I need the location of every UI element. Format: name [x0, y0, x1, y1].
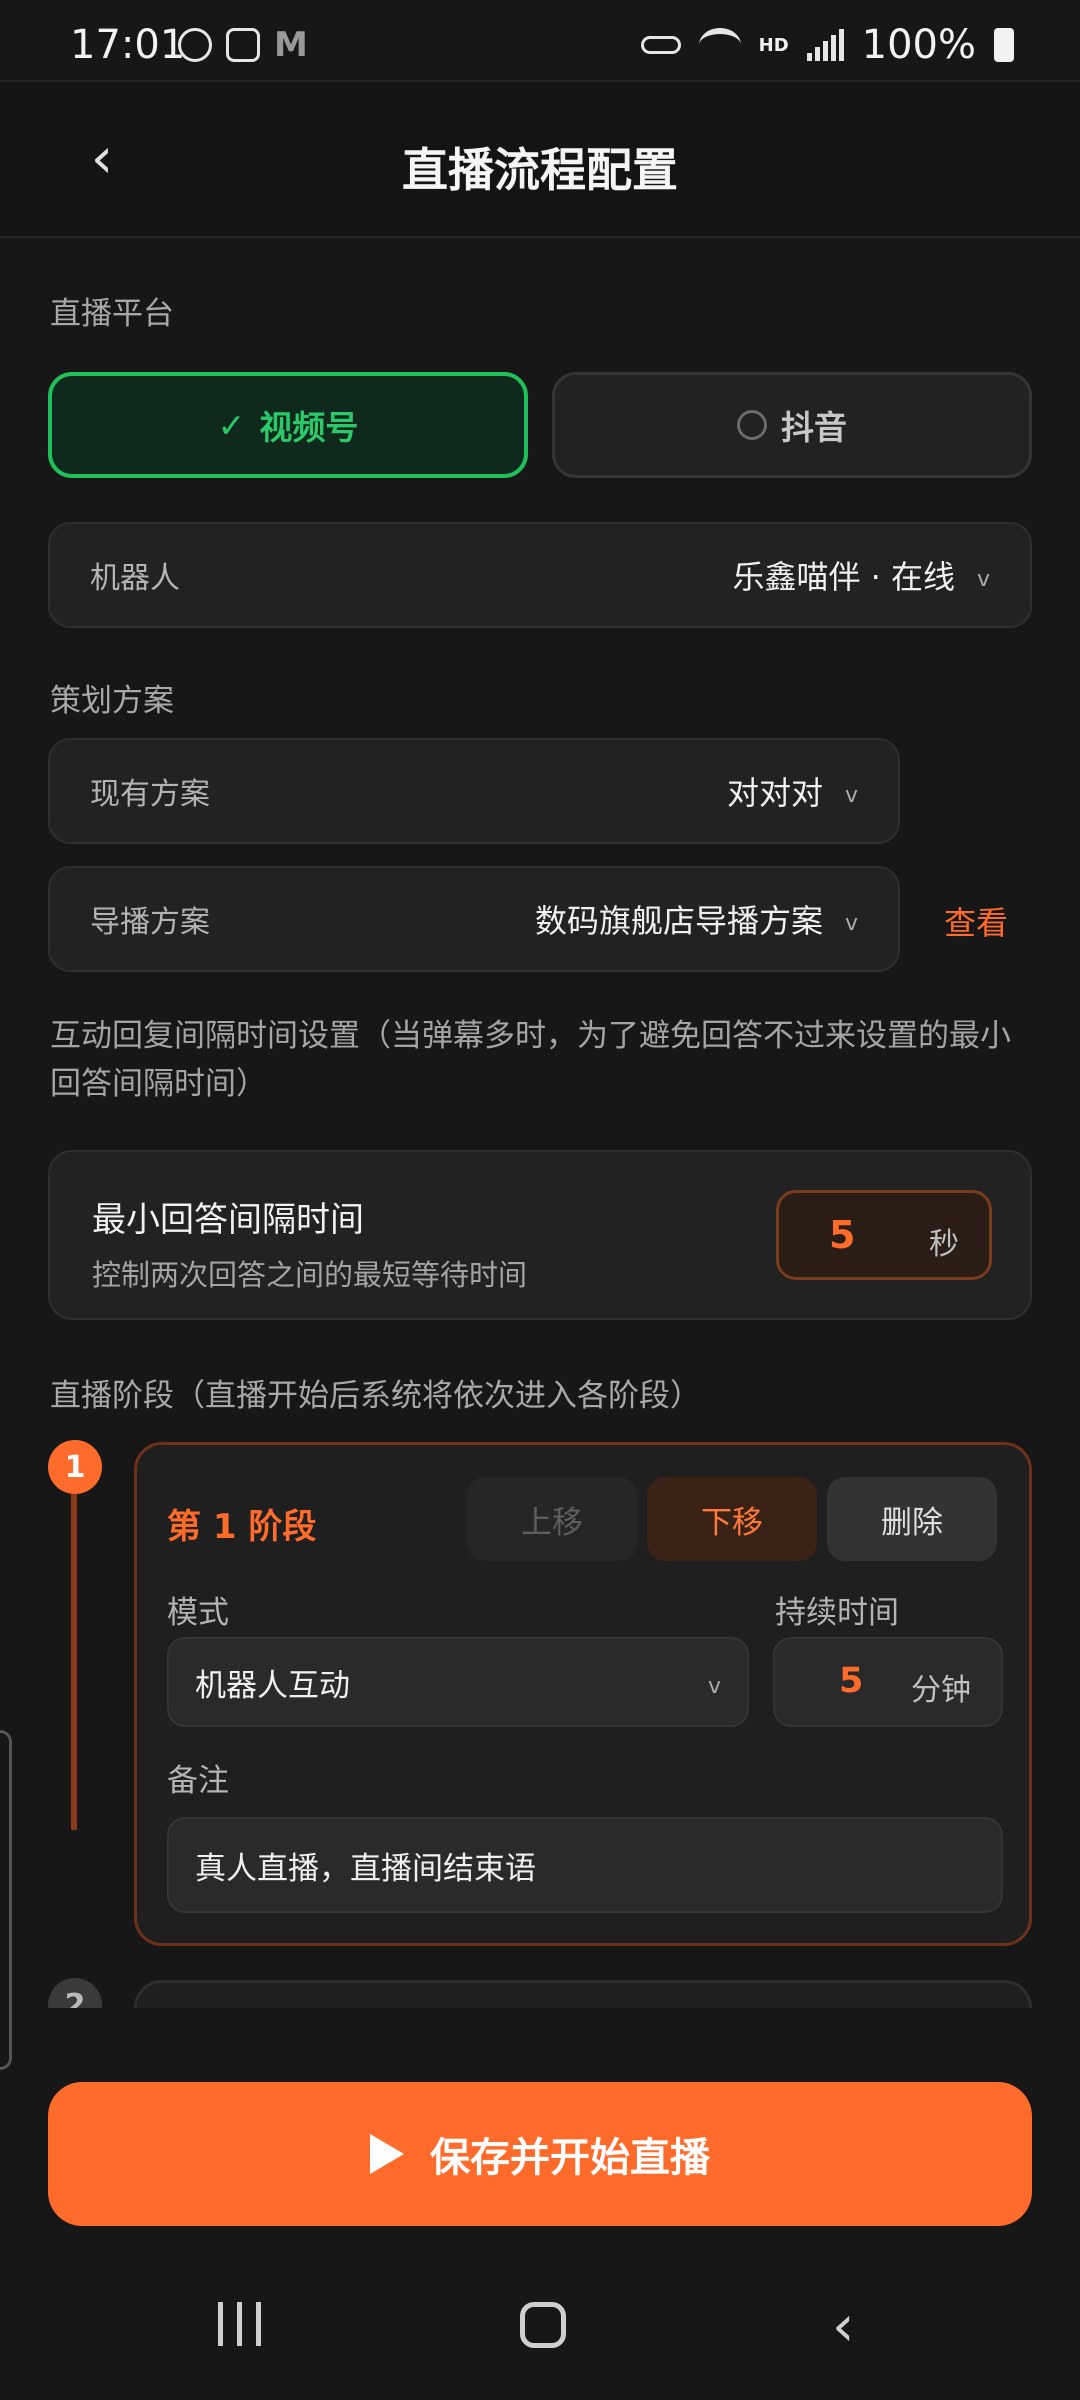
stage-timeline-line [71, 1494, 77, 1830]
battery-percent: 100% [861, 22, 976, 68]
interval-description: 互动回复间隔时间设置（当弹幕多时，为了避免回答不过来设置的最小回答间隔时间） [50, 1018, 1011, 1102]
key-icon [640, 36, 681, 54]
duration-value: 5 [839, 1661, 864, 1701]
stage-number-badge: 1 [48, 1440, 102, 1494]
move-up-button[interactable]: 上移 [467, 1477, 637, 1561]
status-notification-icons: M [178, 28, 308, 62]
interval-title: 最小回答间隔时间 [92, 1200, 364, 1240]
page-title: 直播流程配置 [402, 143, 678, 197]
duration-label: 持续时间 [775, 1595, 899, 1631]
save-button-label: 保存并开始直播 [430, 2135, 710, 2181]
stage-2-preview: 2 [0, 1970, 1080, 2008]
interval-unit: 秒 [929, 1227, 959, 1262]
platform-option-shipinhao[interactable]: ✓ 视频号 [48, 372, 528, 478]
move-down-button[interactable]: 下移 [647, 1477, 817, 1561]
interval-subtitle: 控制两次回答之间的最短等待时间 [92, 1258, 528, 1292]
interval-input[interactable]: 5 秒 [776, 1190, 992, 1280]
status-time: 17:01 [70, 22, 186, 68]
status-bar: 17:01 M HD 100% [0, 0, 1080, 80]
app-header: ‹ 直播流程配置 [0, 80, 1080, 238]
signal-icon [806, 29, 844, 61]
robot-select[interactable]: 机器人 乐鑫喵伴 · 在线 v [48, 522, 1032, 628]
stage-number-badge: 2 [48, 1978, 102, 2008]
edge-panel-handle[interactable] [0, 1730, 12, 2070]
mail-icon: M [274, 25, 308, 65]
stage-card: 第 1 阶段 上移 下移 删除 模式 持续时间 机器人互动 v 5 分钟 备注 … [134, 1442, 1032, 1946]
mode-value: 机器人互动 [195, 1667, 350, 1704]
platform-option-douyin[interactable]: 抖音 [552, 372, 1032, 478]
gallery-icon [226, 28, 260, 62]
radio-icon [737, 410, 767, 440]
check-icon: ✓ [217, 405, 246, 445]
wifi-icon [698, 28, 741, 62]
chevron-down-icon: v [976, 566, 990, 592]
interval-card: 最小回答间隔时间 控制两次回答之间的最短等待时间 5 秒 [48, 1150, 1032, 1320]
delete-stage-button[interactable]: 删除 [827, 1477, 997, 1561]
network-hd-label: HD [758, 34, 789, 56]
mode-label: 模式 [167, 1595, 229, 1631]
battery-icon [994, 28, 1014, 62]
interval-value: 5 [829, 1213, 856, 1257]
system-back-button[interactable]: ‹ [832, 2294, 854, 2359]
chevron-down-icon: v [707, 1673, 721, 1699]
duration-input[interactable]: 5 分钟 [773, 1637, 1003, 1727]
chevron-down-icon: v [844, 782, 858, 808]
platform-option-label: 抖音 [781, 408, 847, 447]
status-right: HD 100% [640, 22, 1014, 68]
platform-section-label: 直播平台 [50, 296, 174, 332]
platform-option-label: 视频号 [259, 408, 359, 447]
mode-select[interactable]: 机器人互动 v [167, 1637, 749, 1727]
existing-plan-label: 现有方案 [90, 777, 210, 812]
view-guide-plan-link[interactable]: 查看 [944, 898, 1008, 944]
stages-section-label: 直播阶段（直播开始后系统将依次进入各阶段） [50, 1378, 701, 1414]
note-label: 备注 [167, 1763, 229, 1799]
duration-unit: 分钟 [911, 1673, 971, 1708]
guide-plan-value: 数码旗舰店导播方案 [534, 902, 823, 940]
guide-plan-label: 导播方案 [90, 905, 210, 940]
home-button[interactable] [520, 2302, 566, 2348]
stage-title: 第 1 阶段 [167, 1507, 317, 1547]
chevron-down-icon: v [844, 910, 858, 936]
note-input[interactable]: 真人直播，直播间结束语 [167, 1817, 1003, 1913]
existing-plan-value: 对对对 [726, 774, 823, 812]
existing-plan-select[interactable]: 现有方案 对对对 v [48, 738, 900, 844]
sync-icon [178, 28, 212, 62]
recent-apps-button[interactable] [218, 2302, 261, 2346]
plan-section-label: 策划方案 [50, 683, 174, 719]
robot-value: 乐鑫喵伴 · 在线 [732, 558, 955, 596]
guide-plan-select[interactable]: 导播方案 数码旗舰店导播方案 v [48, 866, 900, 972]
stage-card [134, 1980, 1032, 2008]
robot-label: 机器人 [90, 561, 180, 596]
play-icon [370, 2134, 404, 2174]
save-and-start-button[interactable]: 保存并开始直播 [48, 2082, 1032, 2226]
